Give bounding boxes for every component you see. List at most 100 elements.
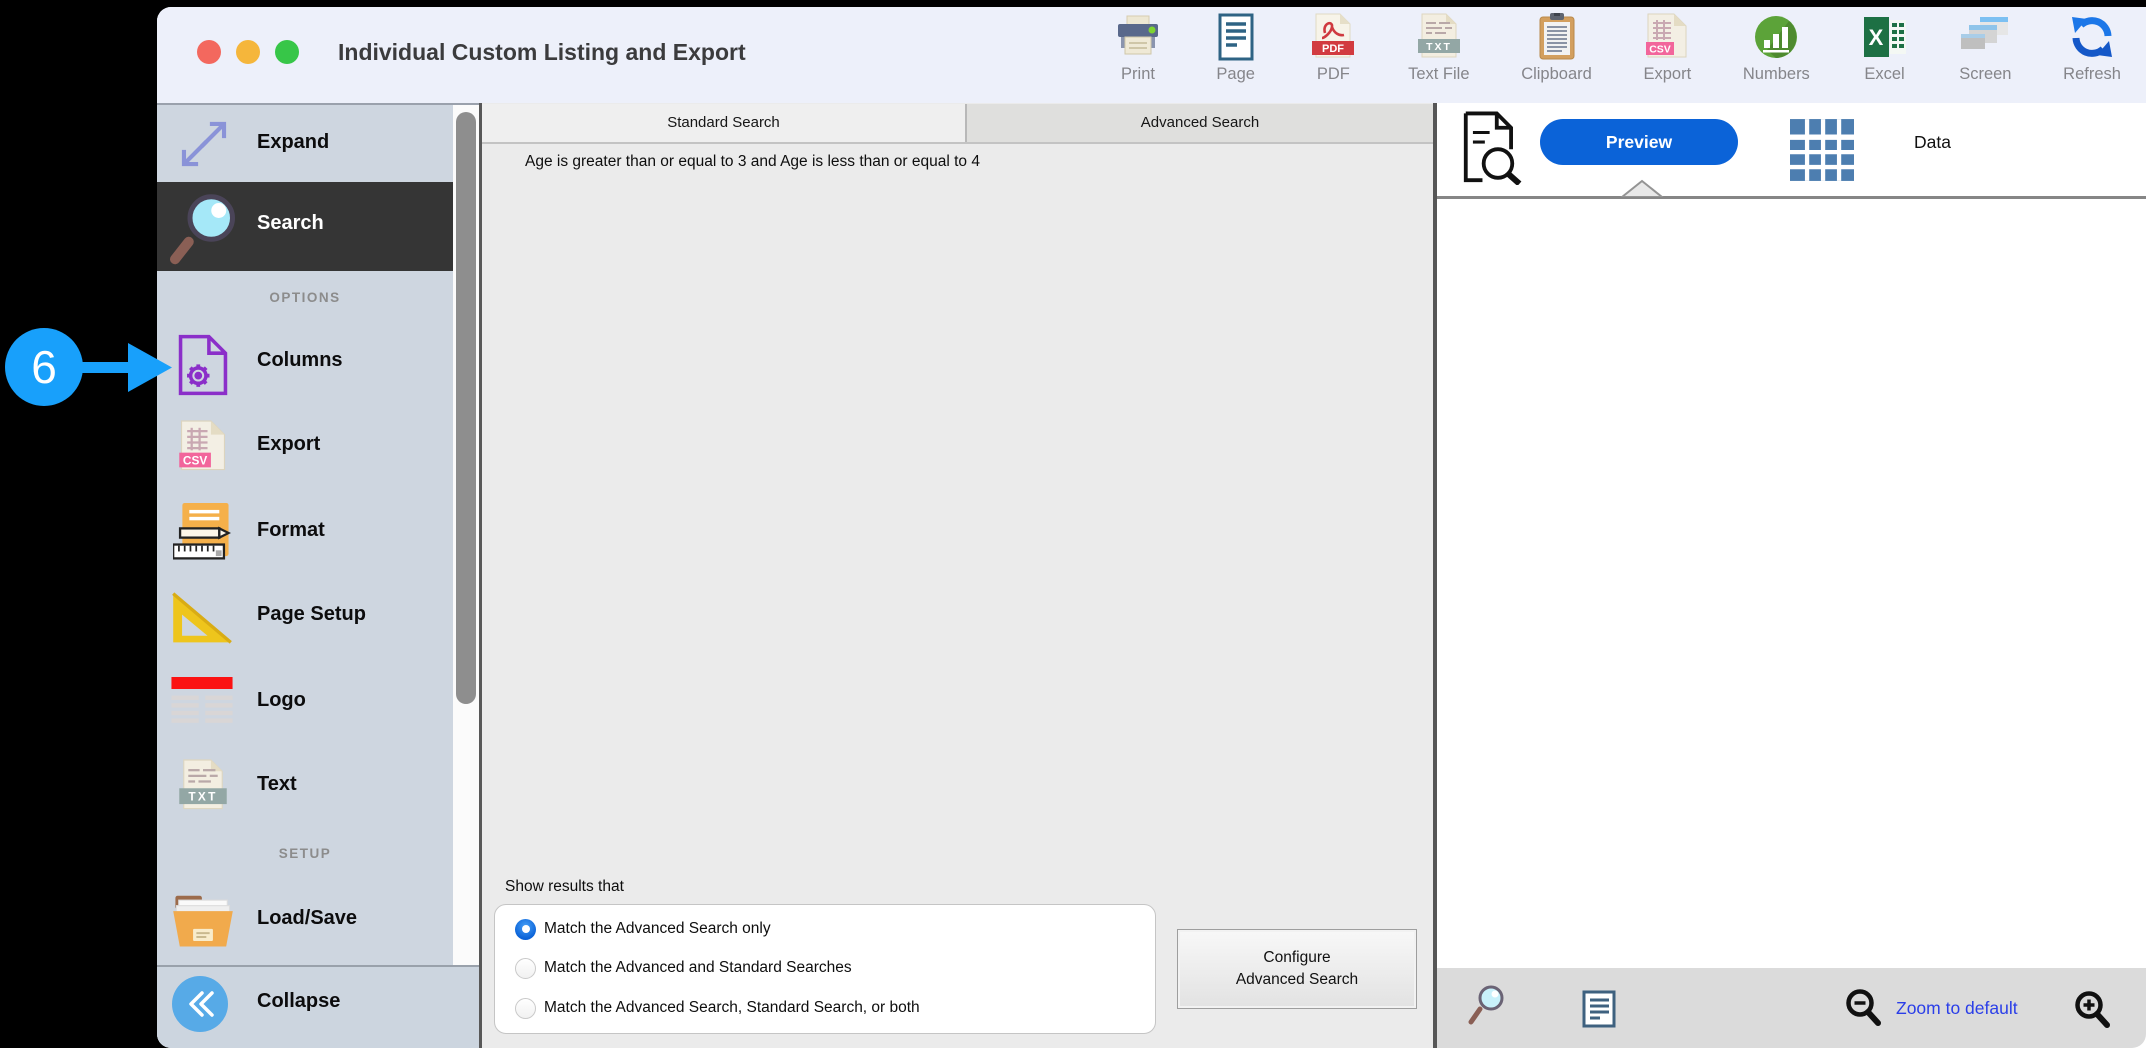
csv-file-icon: CSV [177,415,229,484]
minimize-traffic-light[interactable] [236,40,260,64]
annotation-step-number: 6 [31,340,57,394]
sidebar-scrollbar-thumb[interactable] [456,112,476,704]
radio-label: Match the Advanced Search, Standard Sear… [544,999,920,1017]
expand-arrows-icon [171,111,237,182]
svg-text:CSV: CSV [183,454,207,468]
page-button[interactable]: Page [1213,12,1259,84]
annotation-step-badge: 6 [5,328,83,406]
folder-icon [171,891,235,954]
sidebar-item-label: Columns [257,349,343,372]
refresh-button[interactable]: Refresh [2063,12,2121,84]
preview-toggle-button[interactable]: Preview [1540,119,1738,165]
sidebar-item-label: Load/Save [257,907,357,930]
preview-toggle-label: Preview [1606,132,1672,153]
toolbar-label: Export [1644,65,1692,84]
sidebar-item-label: Expand [257,131,329,154]
csv-file-icon: CSV [1644,12,1690,62]
screen-button[interactable]: Screen [1959,12,2011,84]
toolbar-label: Clipboard [1521,65,1592,84]
toolbar-label: Text File [1408,65,1469,84]
preview-header-divider [1437,196,2146,199]
collapse-chevrons-icon [172,976,228,1037]
app-window: Individual Custom Listing and Export Pri… [157,7,2146,1048]
radio-button-selected[interactable] [515,919,536,940]
preview-panel [1437,103,2146,1048]
sidebar-item-search[interactable]: Search [157,182,453,271]
document-magnifier-icon[interactable] [1461,111,1523,190]
sidebar-section-setup: SETUP [157,846,453,861]
radio-option-either-or-both[interactable]: Match the Advanced Search, Standard Sear… [515,996,920,1020]
clipboard-button[interactable]: Clipboard [1521,12,1592,84]
refresh-icon [2068,12,2116,62]
sidebar: Expand Search OPTIONS Columns CSV Export [157,105,479,1048]
match-options-group: Match the Advanced Search only Match the… [494,904,1156,1034]
radio-button[interactable] [515,998,536,1019]
tab-advanced-search[interactable]: Advanced Search [967,104,1433,142]
toolbar-label: Excel [1864,65,1904,84]
sidebar-item-text[interactable]: TXT Text [157,749,453,823]
sidebar-item-format[interactable]: Format [157,495,453,569]
radio-button[interactable] [515,958,536,979]
sidebar-item-columns[interactable]: Columns [157,325,453,399]
sidebar-section-options: OPTIONS [157,290,453,305]
radio-option-advanced-and-standard[interactable]: Match the Advanced and Standard Searches [515,956,852,980]
sidebar-item-logo[interactable]: Logo [157,665,453,739]
preview-status-bar: Zoom to default [1437,968,2146,1048]
screen-windows-icon [1961,12,2009,62]
sidebar-item-collapse[interactable]: Collapse [157,967,479,1048]
tab-label: Standard Search [667,114,780,131]
zoom-traffic-light[interactable] [275,40,299,64]
sidebar-item-label: Collapse [257,990,340,1013]
radio-option-advanced-only[interactable]: Match the Advanced Search only [515,917,771,941]
svg-text:TXT: TXT [188,790,217,804]
search-magnifier-icon [167,188,243,273]
export-button[interactable]: CSV Export [1644,12,1692,84]
sidebar-item-page-setup[interactable]: Page Setup [157,579,453,653]
excel-app-icon: X [1862,12,1908,62]
sidebar-item-label: Logo [257,689,306,712]
query-summary-text: Age is greater than or equal to 3 and Ag… [525,153,980,171]
toolbar: Print Page PDF PDF TXT Text File [1115,12,2121,84]
tab-standard-search[interactable]: Standard Search [482,104,967,142]
pdf-button[interactable]: PDF PDF [1310,12,1356,84]
toolbar-label: Refresh [2063,65,2121,84]
close-traffic-light[interactable] [197,40,221,64]
page-icon [1213,12,1259,62]
set-square-icon [171,591,233,650]
data-grid-icon[interactable] [1790,119,1854,186]
excel-button[interactable]: X Excel [1862,12,1908,84]
button-label-line2: Advanced Search [1236,969,1358,991]
titlebar: Individual Custom Listing and Export Pri… [157,7,2146,103]
radio-label: Match the Advanced and Standard Searches [544,959,852,977]
tab-label: Advanced Search [1141,114,1259,131]
toolbar-label: Screen [1959,65,2011,84]
sidebar-item-load-save[interactable]: Load/Save [157,883,453,957]
printer-icon [1115,12,1161,62]
preview-caret-icon [1620,179,1664,202]
magnifier-tool-icon[interactable] [1467,983,1509,1034]
print-button[interactable]: Print [1115,12,1161,84]
sidebar-item-label: Format [257,519,325,542]
annotation-arrow-icon [76,340,176,401]
pdf-file-icon: PDF [1310,12,1356,62]
data-toggle-button[interactable]: Data [1914,132,1951,153]
text-file-button[interactable]: TXT Text File [1408,12,1469,84]
tabbar-bottom-border [482,142,1433,144]
toolbar-label: Page [1216,65,1255,84]
sidebar-item-export[interactable]: CSV Export [157,409,453,483]
txt-file-icon: TXT [177,755,229,822]
zoom-out-icon[interactable] [1845,988,1883,1033]
zoom-to-default-link[interactable]: Zoom to default [1896,998,2018,1019]
toolbar-label: Numbers [1743,65,1810,84]
numbers-app-icon [1753,12,1799,62]
format-document-icon [173,503,231,568]
numbers-button[interactable]: Numbers [1743,12,1810,84]
svg-text:PDF: PDF [1322,43,1344,55]
document-gear-icon [177,333,229,402]
show-results-label: Show results that [505,878,624,896]
page-view-icon[interactable] [1581,990,1617,1033]
configure-advanced-search-button[interactable]: Configure Advanced Search [1177,929,1417,1009]
sidebar-item-expand[interactable]: Expand [157,105,453,182]
sidebar-item-label: Text [257,773,297,796]
zoom-in-icon[interactable] [2074,990,2112,1035]
